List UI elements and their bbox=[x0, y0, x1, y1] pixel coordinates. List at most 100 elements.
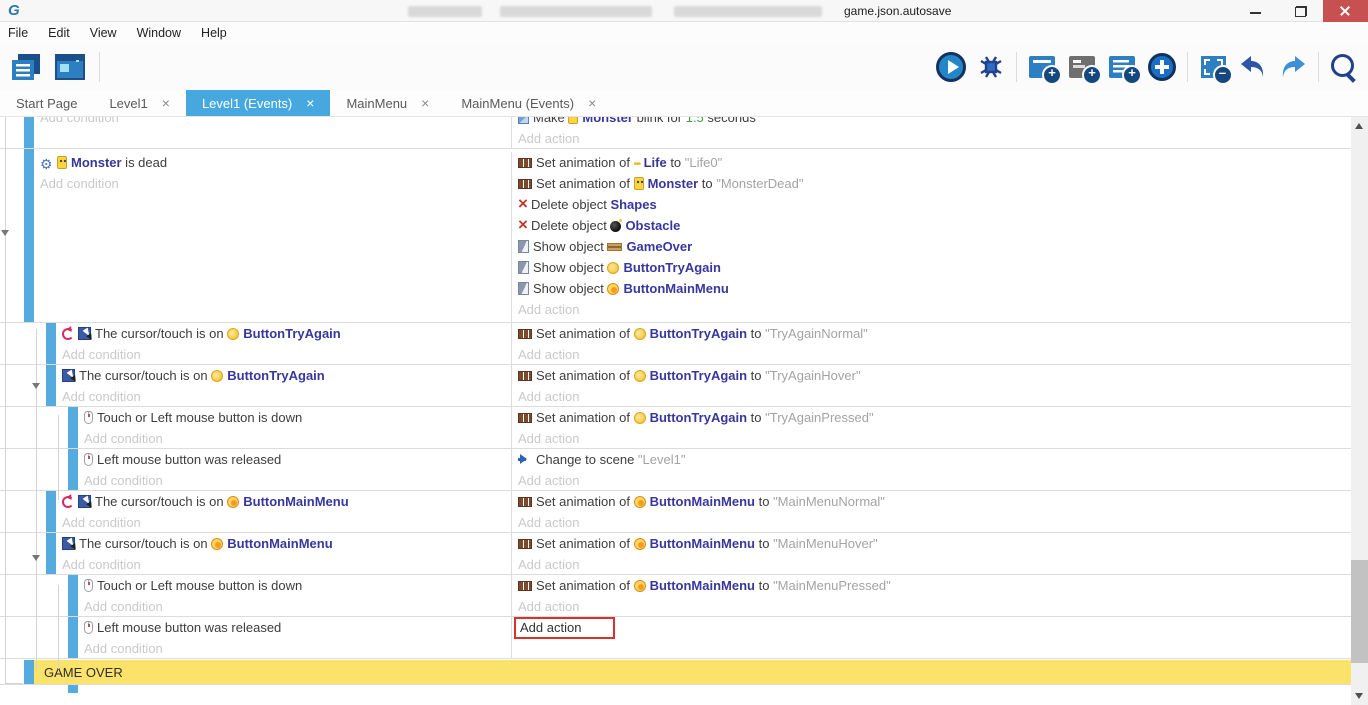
project-manager-button[interactable] bbox=[8, 50, 44, 84]
scroll-down-icon[interactable] bbox=[1355, 693, 1363, 699]
conditions-cell[interactable]: Monster is deadAdd condition bbox=[40, 152, 511, 322]
event-select-bar[interactable] bbox=[68, 407, 78, 448]
add-action-button[interactable]: Add action bbox=[514, 617, 615, 639]
action-line[interactable]: Add action bbox=[518, 344, 1351, 364]
condition-line[interactable]: The cursor/touch is on ButtonMainMenu bbox=[62, 491, 511, 512]
add-action-button[interactable]: Add action bbox=[518, 131, 579, 146]
condition-line[interactable]: Touch or Left mouse button is down bbox=[84, 407, 511, 428]
undo-button[interactable] bbox=[1235, 50, 1271, 84]
menu-file[interactable]: File bbox=[0, 22, 38, 44]
close-tab-icon[interactable]: × bbox=[306, 95, 314, 111]
tab-level1[interactable]: Level1× bbox=[93, 90, 186, 116]
action-line[interactable]: Add action bbox=[518, 596, 1351, 616]
action-line[interactable]: Add action bbox=[518, 617, 1351, 638]
menu-view[interactable]: View bbox=[80, 22, 127, 44]
actions-cell[interactable]: Change to scene "Level1" Add action bbox=[511, 449, 1351, 490]
actions-cell[interactable]: Make Monster blink for 1.5 secondsAdd ac… bbox=[511, 117, 1351, 148]
action-line[interactable]: Set animation of ButtonTryAgain to "TryA… bbox=[518, 365, 1351, 386]
action-line[interactable]: Add action bbox=[518, 470, 1351, 490]
action-line[interactable]: Add action bbox=[518, 128, 1351, 148]
conditions-cell[interactable]: The cursor/touch is on ButtonTryAgainAdd… bbox=[62, 323, 511, 364]
event-select-bar[interactable] bbox=[46, 533, 56, 574]
add-comment-button[interactable] bbox=[1104, 50, 1140, 84]
add-condition-button[interactable]: Add condition bbox=[62, 557, 141, 572]
tab-level1-events[interactable]: Level1 (Events)× bbox=[186, 90, 331, 116]
action-line[interactable]: Show object ButtonMainMenu bbox=[518, 278, 1351, 299]
event-select-bar[interactable] bbox=[24, 660, 34, 684]
actions-cell[interactable]: Set animation of ButtonTryAgain to "TryA… bbox=[511, 407, 1351, 448]
action-line[interactable]: Add action bbox=[518, 299, 1351, 320]
close-tab-icon[interactable]: × bbox=[588, 95, 596, 111]
search-button[interactable] bbox=[1326, 50, 1362, 84]
condition-line[interactable]: Add condition bbox=[62, 512, 511, 532]
event-select-bar[interactable] bbox=[24, 117, 34, 148]
add-action-button[interactable]: Add action bbox=[518, 389, 579, 404]
conditions-cell[interactable]: Left mouse button was releasedAdd condit… bbox=[84, 617, 511, 658]
debug-button[interactable] bbox=[973, 50, 1009, 84]
vertical-scrollbar[interactable] bbox=[1351, 117, 1368, 705]
actions-cell[interactable]: Set animation of Life to "Life0"Set anim… bbox=[511, 152, 1351, 322]
comment-text[interactable]: GAME OVER bbox=[34, 660, 1351, 684]
add-condition-button[interactable]: Add condition bbox=[40, 117, 119, 125]
actions-cell[interactable]: Add action bbox=[511, 617, 1351, 658]
add-action-button[interactable]: Add action bbox=[518, 557, 579, 572]
action-line[interactable]: Set animation of ButtonTryAgain to "TryA… bbox=[518, 323, 1351, 344]
action-line[interactable]: Change to scene "Level1" bbox=[518, 449, 1351, 470]
redo-button[interactable] bbox=[1275, 50, 1311, 84]
actions-cell[interactable]: Set animation of ButtonMainMenu to "Main… bbox=[511, 533, 1351, 574]
remove-selection-button[interactable] bbox=[1195, 50, 1231, 84]
add-action-button[interactable]: Add action bbox=[518, 515, 579, 530]
action-line[interactable]: Delete object Shapes bbox=[518, 194, 1351, 215]
action-line[interactable]: Set animation of Monster to "MonsterDead… bbox=[518, 173, 1351, 194]
restore-button[interactable] bbox=[1278, 0, 1323, 22]
scrollbar-thumb[interactable] bbox=[1351, 560, 1368, 663]
add-new-event-button[interactable] bbox=[1144, 50, 1180, 84]
scroll-up-icon[interactable] bbox=[1355, 123, 1363, 129]
condition-line[interactable]: Add condition bbox=[84, 638, 511, 658]
conditions-cell[interactable]: Add condition bbox=[40, 117, 511, 148]
add-condition-button[interactable]: Add condition bbox=[40, 176, 119, 191]
add-subevent-button[interactable] bbox=[1064, 50, 1100, 84]
add-condition-button[interactable]: Add condition bbox=[62, 515, 141, 530]
event-select-bar[interactable] bbox=[46, 365, 56, 406]
conditions-cell[interactable]: Touch or Left mouse button is downAdd co… bbox=[84, 407, 511, 448]
actions-cell[interactable]: Set animation of ButtonMainMenu to "Main… bbox=[511, 491, 1351, 532]
actions-cell[interactable]: Set animation of ButtonTryAgain to "TryA… bbox=[511, 365, 1351, 406]
collapse-arrow-icon[interactable] bbox=[1, 230, 9, 240]
action-line[interactable]: Set animation of ButtonTryAgain to "TryA… bbox=[518, 407, 1351, 428]
add-event-button[interactable] bbox=[1024, 50, 1060, 84]
tab-mainmenu-events[interactable]: MainMenu (Events)× bbox=[445, 90, 612, 116]
add-action-button[interactable]: Add action bbox=[518, 431, 579, 446]
collapse-arrow-icon[interactable] bbox=[32, 383, 40, 393]
conditions-cell[interactable]: The cursor/touch is on ButtonTryAgainAdd… bbox=[62, 365, 511, 406]
minimize-button[interactable] bbox=[1233, 0, 1278, 22]
conditions-cell[interactable]: Touch or Left mouse button is downAdd co… bbox=[84, 575, 511, 616]
action-line[interactable]: Set animation of Life to "Life0" bbox=[518, 152, 1351, 173]
add-condition-button[interactable]: Add condition bbox=[62, 389, 141, 404]
start-page-button[interactable] bbox=[52, 50, 88, 84]
conditions-cell[interactable]: The cursor/touch is on ButtonMainMenu Add… bbox=[62, 491, 511, 532]
action-line[interactable]: Add action bbox=[518, 386, 1351, 406]
add-condition-button[interactable]: Add condition bbox=[84, 599, 163, 614]
action-line[interactable]: Show object ButtonTryAgain bbox=[518, 257, 1351, 278]
actions-cell[interactable]: Set animation of ButtonMainMenu to "Main… bbox=[511, 575, 1351, 616]
condition-line[interactable]: Left mouse button was released bbox=[84, 449, 511, 470]
preview-button[interactable] bbox=[933, 50, 969, 84]
conditions-cell[interactable]: Left mouse button was released Add condit… bbox=[84, 449, 511, 490]
event-select-bar[interactable] bbox=[68, 575, 78, 616]
condition-line[interactable]: Add condition bbox=[62, 344, 511, 364]
close-tab-icon[interactable]: × bbox=[162, 95, 170, 111]
action-line[interactable]: Add action bbox=[518, 554, 1351, 574]
action-line[interactable]: Delete object Obstacle bbox=[518, 215, 1351, 236]
condition-line[interactable]: The cursor/touch is on ButtonMainMenu bbox=[62, 533, 511, 554]
add-condition-button[interactable]: Add condition bbox=[84, 473, 163, 488]
menu-help[interactable]: Help bbox=[191, 22, 237, 44]
add-action-button[interactable]: Add action bbox=[518, 473, 579, 488]
menu-window[interactable]: Window bbox=[127, 22, 191, 44]
condition-line[interactable]: Add condition bbox=[84, 428, 511, 448]
action-line[interactable]: Add action bbox=[518, 428, 1351, 448]
event-select-bar[interactable] bbox=[68, 685, 78, 693]
add-condition-button[interactable]: Add condition bbox=[84, 641, 163, 656]
condition-line[interactable]: Add condition bbox=[62, 386, 511, 406]
collapse-arrow-icon[interactable] bbox=[32, 555, 40, 565]
